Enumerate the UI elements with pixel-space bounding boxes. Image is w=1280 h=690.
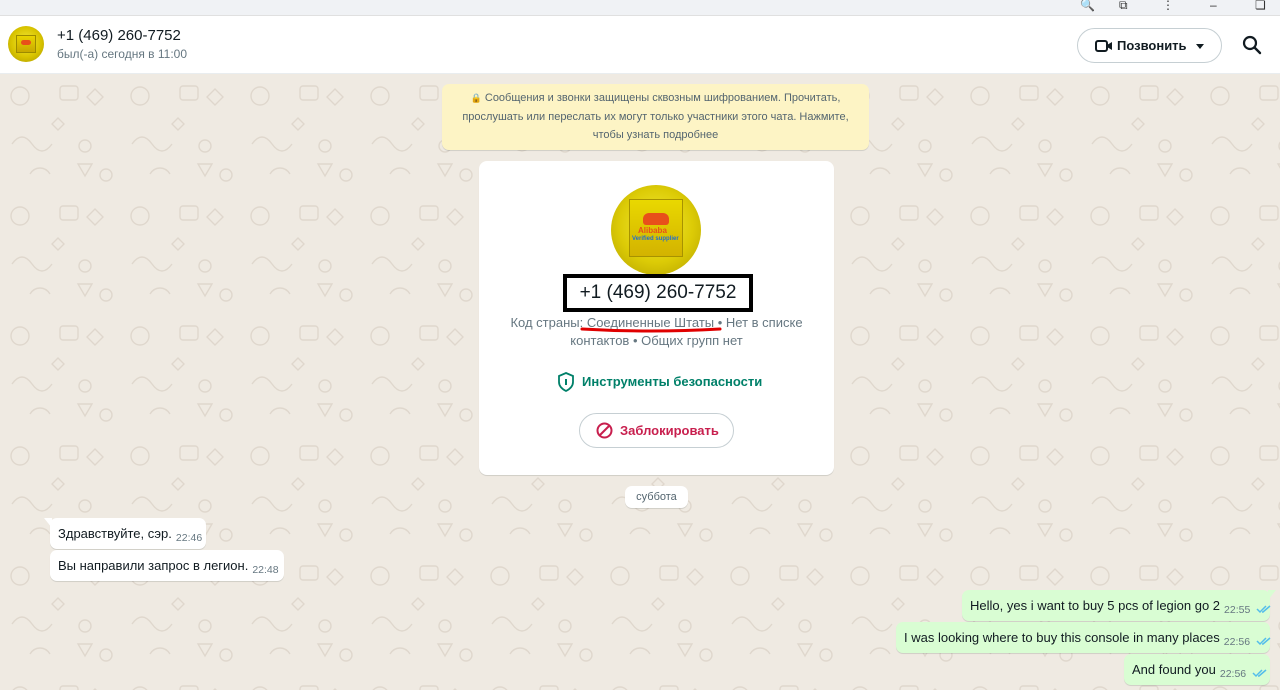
message-time: 22:48 [252, 564, 279, 576]
block-icon [596, 422, 613, 439]
message-incoming[interactable]: Здравствуйте, сэр. 22:46 [44, 518, 206, 549]
message-text: Вы направили запрос в легион. [58, 558, 249, 573]
encryption-notice[interactable]: 🔒 Сообщения и звонки защищены сквозным ш… [442, 84, 869, 150]
block-button[interactable]: Заблокировать [579, 413, 734, 448]
message-text: Hello, yes i want to buy 5 pcs of legion… [970, 598, 1221, 613]
chat-header: +1 (469) 260-7752 был(-а) сегодня в 11:0… [0, 16, 1280, 74]
alibaba-mark-icon [643, 213, 669, 225]
call-button-label: Позвонить [1117, 38, 1187, 53]
video-camera-icon [1095, 40, 1112, 52]
more-vertical-icon[interactable]: ⋮ [1162, 0, 1174, 12]
bubble-tail [1268, 590, 1276, 600]
message-text: I was looking where to buy this console … [904, 630, 1220, 645]
contact-phone-number: +1 (469) 260-7752 [563, 274, 753, 312]
window-top-strip: 🔍 ⧉ ⋮ – ❏ [0, 0, 1280, 16]
date-divider: суббота [625, 486, 688, 508]
message-time: 22:56 [1223, 636, 1251, 648]
zoom-icon[interactable]: 🔍 [1080, 0, 1095, 12]
read-ticks-icon [1252, 668, 1267, 677]
message-outgoing[interactable]: I was looking where to buy this console … [896, 622, 1271, 653]
message-time: 22:56 [1219, 668, 1247, 680]
safety-tools-link[interactable]: Инструменты безопасности [557, 372, 762, 392]
avatar-logo-text: Alibaba [638, 226, 667, 235]
red-annotation-underline [580, 327, 722, 333]
message-outgoing[interactable]: Hello, yes i want to buy 5 pcs of legion… [962, 590, 1276, 621]
message-incoming[interactable]: Вы направили запрос в легион. 22:48 [50, 550, 284, 581]
message-outgoing[interactable]: And found you 22:56 [1124, 654, 1270, 685]
contact-name[interactable]: +1 (469) 260-7752 [57, 27, 181, 44]
extensions-icon[interactable]: ⧉ [1119, 0, 1128, 13]
encryption-notice-text: Сообщения и звонки защищены сквозным шиф… [462, 92, 849, 141]
search-icon[interactable] [1241, 34, 1263, 56]
chat-panel[interactable]: 🔒 Сообщения и звонки защищены сквозным ш… [0, 74, 1280, 690]
message-time: 22:55 [1224, 604, 1251, 616]
block-button-label: Заблокировать [620, 423, 719, 438]
safety-tools-label: Инструменты безопасности [582, 374, 763, 389]
call-button[interactable]: Позвонить [1077, 28, 1222, 63]
avatar[interactable] [8, 26, 44, 62]
minimize-icon[interactable]: – [1210, 0, 1217, 12]
bubble-tail [44, 518, 52, 528]
last-seen-status: был(-а) сегодня в 11:00 [57, 47, 188, 61]
read-ticks-icon [1256, 604, 1271, 613]
country-code-label: Код страны: [510, 315, 587, 330]
chevron-down-icon[interactable] [1196, 44, 1204, 49]
read-ticks-icon [1256, 636, 1271, 645]
contact-avatar-large[interactable]: Alibaba Verified supplier [611, 185, 701, 275]
shield-icon [558, 372, 574, 392]
avatar-logo-subtext: Verified supplier [632, 236, 679, 242]
contact-info-card: Alibaba Verified supplier +1 (469) 260-7… [479, 161, 834, 475]
restore-icon[interactable]: ❏ [1255, 0, 1266, 12]
message-text: Здравствуйте, сэр. [58, 526, 172, 541]
message-text: And found you [1132, 662, 1216, 677]
message-time: 22:46 [175, 532, 203, 544]
avatar-logo-mark [21, 40, 31, 45]
lock-icon: 🔒 [470, 93, 482, 103]
